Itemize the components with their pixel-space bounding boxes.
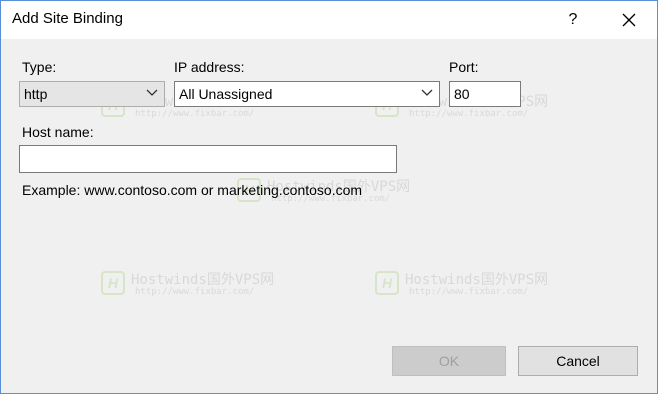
ok-button-label: OK: [438, 353, 460, 369]
close-button[interactable]: [607, 1, 651, 39]
watermark-logo: H: [375, 271, 399, 295]
window-title: Add Site Binding: [12, 10, 123, 27]
watermark-logo: H: [101, 271, 125, 295]
port-field[interactable]: [449, 81, 521, 107]
cancel-button-label: Cancel: [556, 353, 600, 369]
cancel-button[interactable]: Cancel: [518, 346, 638, 376]
add-site-binding-dialog: Add Site Binding ? H Hostwinds国外VPS网 htt…: [0, 0, 658, 394]
title-bar: Add Site Binding ?: [1, 1, 657, 39]
chevron-down-icon: [421, 89, 433, 96]
type-label: Type:: [22, 59, 57, 75]
watermark-url: http://www.fixbar.com/: [409, 109, 529, 119]
watermark-url: http://www.fixbar.com/: [135, 109, 255, 119]
type-select-value: http: [24, 86, 48, 102]
ip-address-select[interactable]: All Unassigned: [174, 81, 440, 107]
watermark-url: http://www.fixbar.com/: [135, 287, 255, 297]
host-name-example: Example: www.contoso.com or marketing.co…: [22, 182, 363, 198]
watermark-url: http://www.fixbar.com/: [409, 287, 529, 297]
help-label: ?: [568, 11, 578, 28]
ip-address-label: IP address:: [174, 59, 245, 75]
ip-address-select-value: All Unassigned: [179, 86, 273, 102]
watermark-title: Hostwinds国外VPS网: [131, 272, 275, 288]
close-icon: [622, 13, 636, 27]
ok-button[interactable]: OK: [392, 346, 506, 376]
type-select[interactable]: http: [19, 81, 165, 107]
watermark-title: Hostwinds国外VPS网: [405, 272, 549, 288]
port-label: Port:: [449, 59, 479, 75]
host-name-field[interactable]: [19, 145, 397, 173]
help-button[interactable]: ?: [553, 1, 593, 39]
host-name-label: Host name:: [22, 124, 94, 140]
chevron-down-icon: [146, 89, 158, 96]
